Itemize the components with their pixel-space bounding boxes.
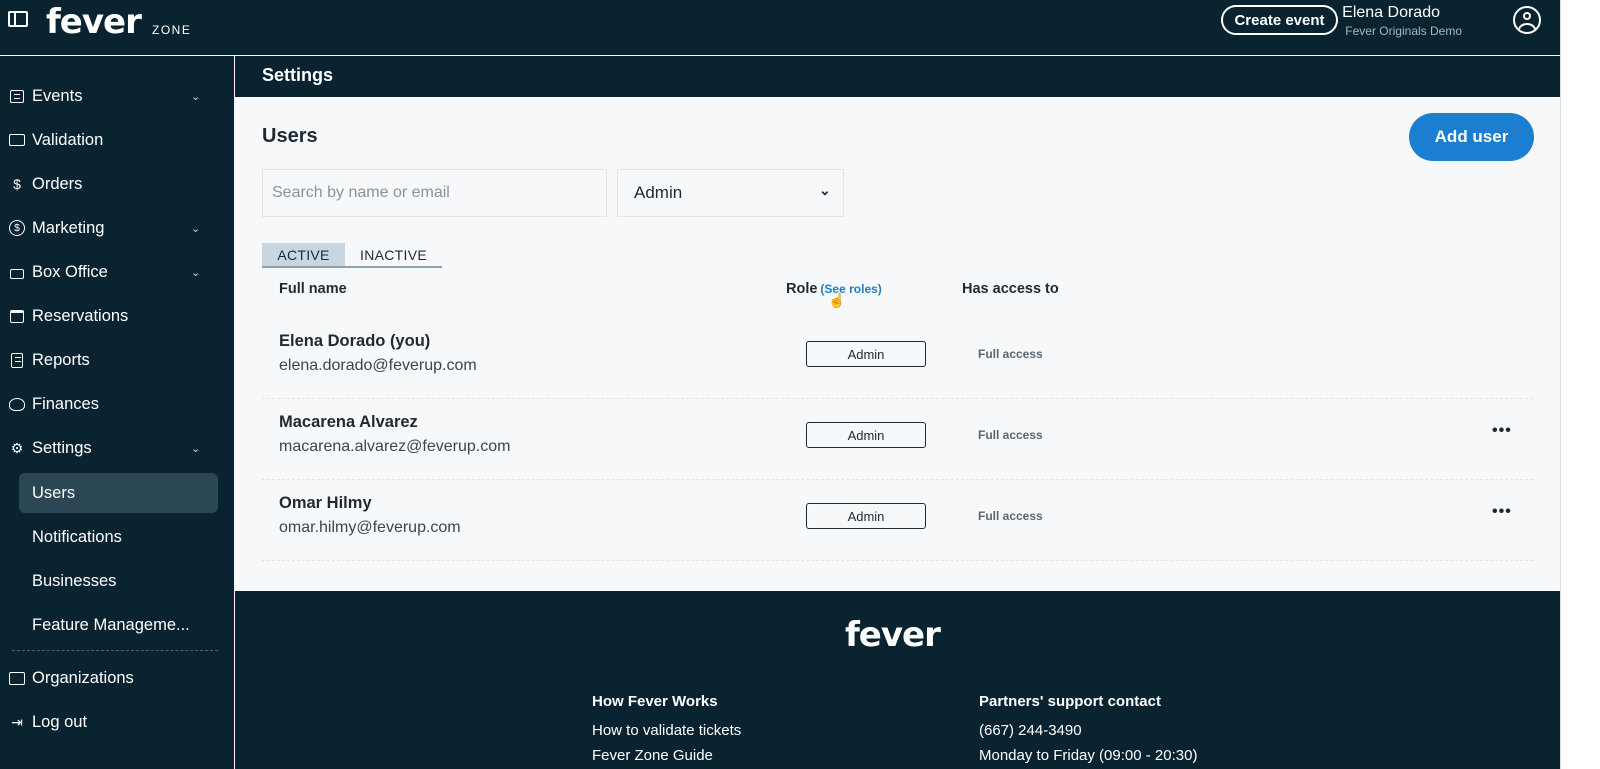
buildings-icon	[9, 670, 25, 686]
chevron-down-icon: ⌄	[191, 222, 201, 235]
sidebar-item-label: Finances	[32, 394, 99, 413]
sidebar-item-label: Marketing	[32, 218, 105, 237]
sidebar-subitem-users[interactable]: Users	[19, 473, 218, 513]
column-header-access: Has access to	[962, 281, 1059, 297]
tab-inactive[interactable]: INACTIVE	[345, 243, 442, 266]
main-content: Users Add user Admin ⌄ ACTIVE INACTIVE F…	[235, 97, 1560, 591]
sidebar-item-settings[interactable]: ⚙ Settings ⌄	[0, 428, 234, 468]
role-filter-select[interactable]: Admin ⌄	[617, 169, 844, 217]
sidebar-divider	[12, 650, 218, 651]
section-title: Users	[262, 125, 318, 147]
footer: fever How Fever Works How to validate ti…	[235, 591, 1560, 769]
sidebar-item-validation[interactable]: Validation	[0, 120, 234, 160]
sidebar-item-label: Reports	[32, 350, 90, 369]
user-full-name: Omar Hilmy	[279, 494, 372, 512]
hand-cursor-icon: ☝	[828, 292, 846, 308]
role-badge: Admin	[806, 422, 926, 448]
chevron-down-icon: ⌄	[191, 442, 201, 455]
piggy-bank-icon	[9, 396, 25, 412]
sidebar-item-logout[interactable]: ⇥ Log out	[0, 702, 234, 742]
footer-link-validate-tickets[interactable]: How to validate tickets	[592, 722, 741, 739]
sidebar-item-label: Events	[32, 86, 83, 105]
access-value: Full access	[978, 347, 1043, 361]
register-icon	[9, 264, 25, 280]
page-header: Settings	[235, 56, 1560, 97]
sidebar-item-reports[interactable]: Reports	[0, 340, 234, 380]
tab-active[interactable]: ACTIVE	[262, 243, 345, 266]
sidebar-item-finances[interactable]: Finances	[0, 384, 234, 424]
footer-heading-how-fever-works: How Fever Works	[592, 693, 718, 710]
footer-support-phone[interactable]: (667) 244-3490	[979, 722, 1082, 739]
sidebar-item-label: Reservations	[32, 306, 129, 325]
user-email: macarena.alvarez@feverup.com	[279, 438, 511, 455]
scrollbar[interactable]	[1560, 0, 1600, 769]
footer-fever-logo: fever	[845, 615, 941, 655]
chevron-down-icon: ⌄	[819, 182, 831, 198]
more-options-icon[interactable]: •••	[1492, 422, 1512, 440]
user-name[interactable]: Elena Dorado	[1342, 4, 1440, 22]
column-header-role-label: Role	[786, 281, 818, 297]
top-bar: fever ZONE Create event Elena Dorado Fev…	[0, 0, 1560, 55]
user-email: omar.hilmy@feverup.com	[279, 519, 461, 536]
role-filter-value: Admin	[634, 183, 683, 202]
access-value: Full access	[978, 509, 1043, 523]
list-icon	[9, 88, 25, 104]
sidebar-item-marketing[interactable]: $ Marketing ⌄	[0, 208, 234, 248]
table-row: Elena Dorado (you) elena.dorado@feverup.…	[262, 318, 1533, 399]
footer-support-hours: Monday to Friday (09:00 - 20:30)	[979, 747, 1198, 764]
role-badge: Admin	[806, 503, 926, 529]
add-user-button[interactable]: Add user	[1409, 113, 1534, 161]
sidebar-item-events[interactable]: Events ⌄	[0, 76, 234, 116]
coin-icon: $	[9, 220, 25, 236]
footer-link-fever-zone-guide[interactable]: Fever Zone Guide	[592, 747, 713, 764]
sidebar-item-label: Validation	[32, 130, 104, 149]
document-icon	[9, 352, 25, 368]
sidebar-subitem-notifications[interactable]: Notifications	[19, 517, 218, 557]
sidebar-item-label: Log out	[32, 712, 88, 731]
sidebar-item-box-office[interactable]: Box Office ⌄	[0, 252, 234, 292]
sidebar: Events ⌄ Validation $ Orders $ Marketing…	[0, 56, 234, 769]
role-badge: Admin	[806, 341, 926, 367]
chevron-down-icon: ⌄	[191, 90, 201, 103]
table-row: Macarena Alvarez macarena.alvarez@feveru…	[262, 399, 1533, 480]
ticket-icon	[9, 132, 25, 148]
user-avatar-icon[interactable]	[1513, 6, 1541, 34]
table-row: Omar Hilmy omar.hilmy@feverup.com Admin …	[262, 480, 1533, 561]
search-input[interactable]	[262, 169, 607, 217]
sidebar-toggle-icon[interactable]	[8, 11, 28, 27]
sidebar-item-label: Orders	[32, 174, 83, 193]
logout-icon: ⇥	[11, 713, 23, 730]
sidebar-item-label: Settings	[32, 438, 92, 457]
user-full-name: Elena Dorado (you)	[279, 332, 431, 350]
page-title: Settings	[262, 65, 334, 85]
access-value: Full access	[978, 428, 1043, 442]
calendar-icon	[9, 308, 25, 324]
fever-logo[interactable]: fever	[46, 2, 142, 42]
sidebar-item-reservations[interactable]: Reservations	[0, 296, 234, 336]
sidebar-item-label: Box Office	[32, 262, 108, 281]
sidebar-subitem-feature-management[interactable]: Feature Manageme...	[19, 605, 218, 645]
sidebar-item-label: Organizations	[32, 668, 134, 687]
user-full-name: Macarena Alvarez	[279, 413, 418, 431]
column-header-name: Full name	[279, 281, 347, 297]
chevron-down-icon: ⌄	[191, 266, 201, 279]
status-tabs: ACTIVE INACTIVE	[262, 243, 442, 268]
user-email: elena.dorado@feverup.com	[279, 357, 477, 374]
dollar-icon: $	[13, 176, 21, 192]
create-event-button[interactable]: Create event	[1221, 5, 1338, 35]
sidebar-item-orders[interactable]: $ Orders	[0, 164, 234, 204]
more-options-icon[interactable]: •••	[1492, 503, 1512, 521]
sidebar-item-organizations[interactable]: Organizations	[0, 658, 234, 698]
sidebar-subitem-businesses[interactable]: Businesses	[19, 561, 218, 601]
user-organization: Fever Originals Demo	[1345, 24, 1462, 38]
logo-zone-label: ZONE	[152, 23, 192, 37]
gear-icon: ⚙	[10, 439, 24, 456]
footer-heading-support: Partners' support contact	[979, 693, 1161, 710]
